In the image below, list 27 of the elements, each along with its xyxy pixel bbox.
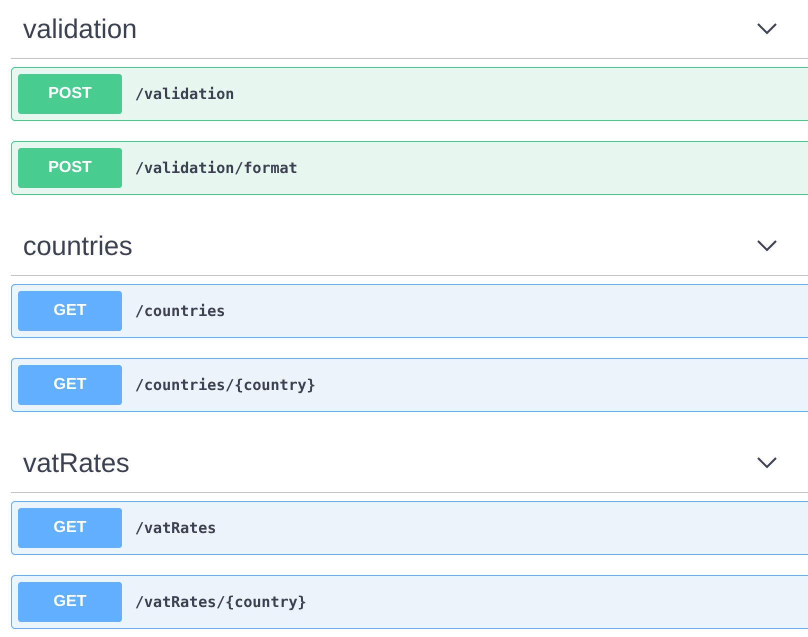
endpoint-path: /countries: [135, 302, 226, 320]
endpoint-path: /vatRates: [135, 519, 216, 537]
method-badge: GET: [18, 582, 122, 622]
section-title: vatRates: [23, 448, 130, 478]
method-badge: POST: [18, 74, 122, 114]
operation-row[interactable]: POST /validation/format: [11, 141, 808, 195]
method-badge: GET: [18, 365, 122, 405]
section-title: countries: [23, 230, 133, 262]
endpoint-path: /vatRates/{country}: [135, 593, 307, 611]
section-title: validation: [23, 14, 138, 44]
section-header[interactable]: validation: [11, 0, 808, 59]
method-badge: GET: [18, 291, 122, 331]
method-badge: GET: [18, 508, 122, 548]
method-badge: POST: [18, 148, 122, 188]
operation-row[interactable]: GET /vatRates/{country}: [11, 575, 808, 629]
endpoint-path: /countries/{country}: [135, 376, 316, 394]
operation-row[interactable]: GET /vatRates: [11, 501, 808, 555]
section-header[interactable]: vatRates: [11, 434, 808, 493]
operation-row[interactable]: POST /validation: [11, 67, 808, 121]
chevron-icon[interactable]: [756, 456, 778, 470]
chevron-icon[interactable]: [756, 239, 778, 253]
endpoint-path: /validation: [135, 85, 234, 103]
chevron-icon[interactable]: [756, 22, 778, 36]
operation-row[interactable]: GET /countries: [11, 284, 808, 338]
endpoint-path: /validation/format: [135, 159, 298, 177]
operation-row[interactable]: GET /countries/{country}: [11, 358, 808, 412]
section-header[interactable]: countries: [11, 217, 808, 276]
